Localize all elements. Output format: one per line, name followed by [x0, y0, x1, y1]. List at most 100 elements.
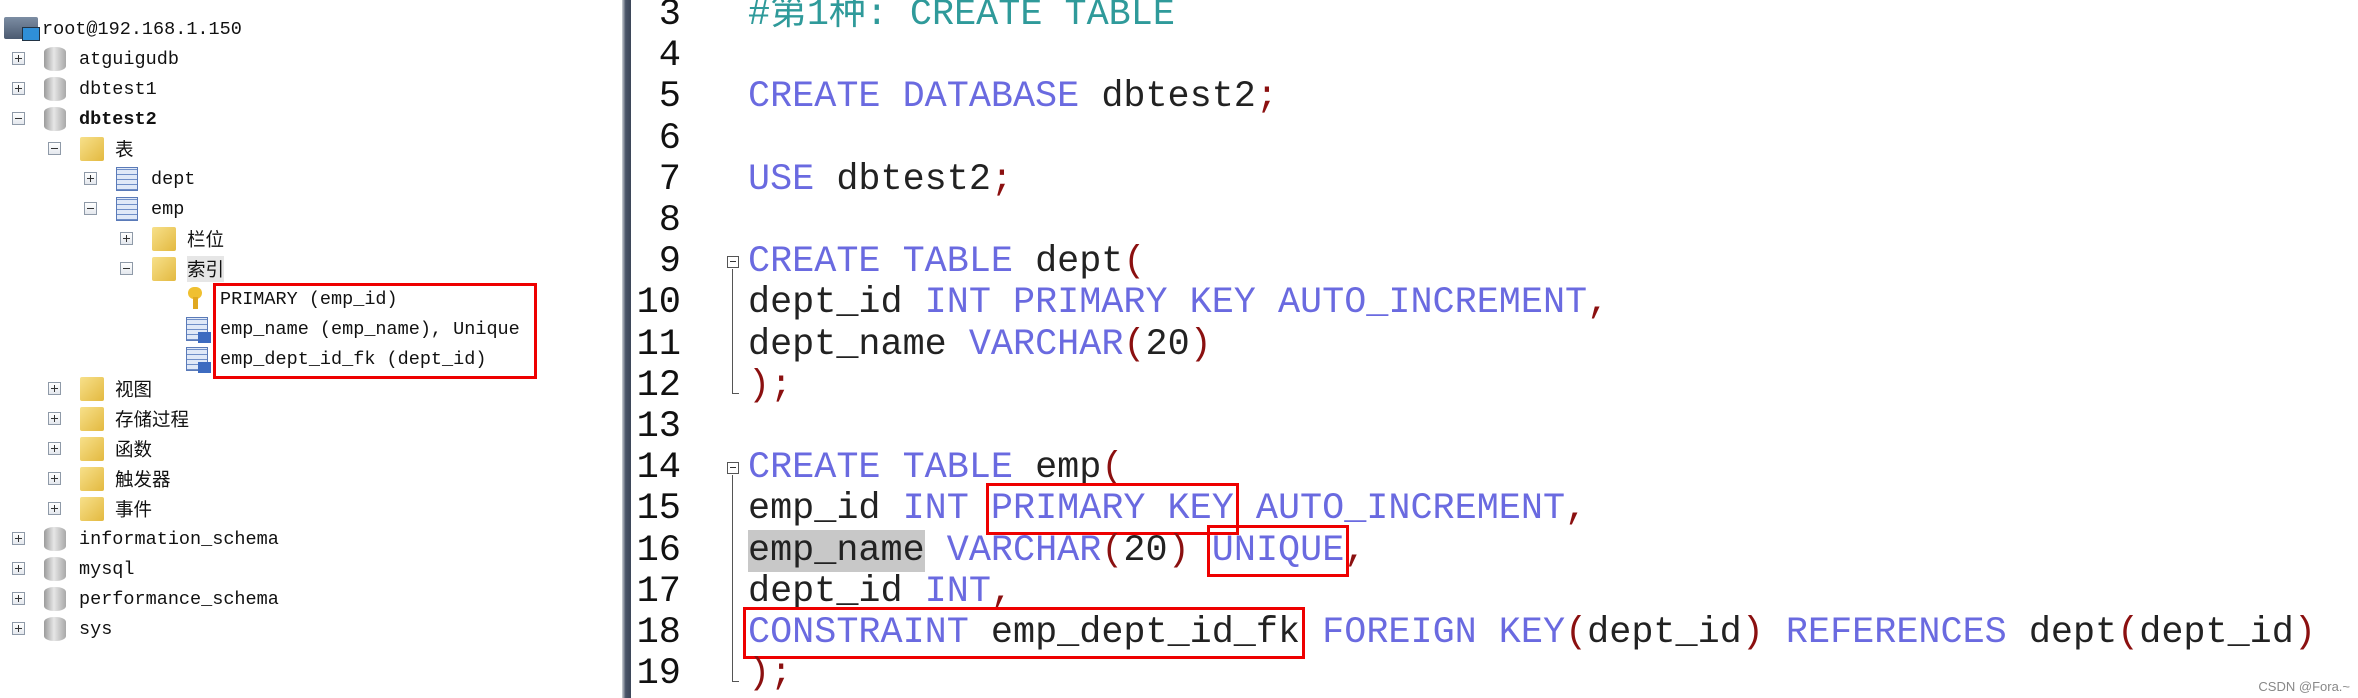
tree-item[interactable]: dept — [0, 164, 620, 194]
tree-item-label: 存储过程 — [115, 411, 190, 432]
expand-icon[interactable] — [48, 472, 61, 485]
code-text: USE dbtest2; — [748, 158, 1013, 201]
code-token: 20 — [1145, 323, 1190, 366]
expand-icon[interactable] — [12, 622, 25, 635]
collapse-icon[interactable] — [12, 112, 25, 125]
code-token: , — [1565, 488, 1588, 531]
tree-item-label: 函数 — [115, 441, 153, 462]
fold-toggle-icon[interactable] — [727, 462, 739, 475]
tree-item[interactable]: sys — [0, 614, 620, 644]
code-line[interactable]: 14 CREATE TABLE emp( — [631, 448, 2358, 489]
line-number: 3 — [658, 0, 681, 36]
code-line[interactable]: 7 USE dbtest2; — [631, 158, 2358, 201]
code-text: CREATE DATABASE dbtest2; — [748, 77, 1278, 118]
line-number: 14 — [636, 447, 681, 490]
code-line[interactable]: 13 — [631, 407, 2358, 448]
code-token: ; — [1255, 76, 1278, 119]
annotation-box: PRIMARY KEY — [985, 483, 1239, 536]
tree-item[interactable]: performance_schema — [0, 584, 620, 614]
code-line[interactable]: 4 — [631, 36, 2358, 77]
code-line[interactable]: 6 — [631, 118, 2358, 160]
expand-icon[interactable] — [12, 532, 25, 545]
index-icon — [186, 347, 211, 373]
code-line[interactable]: 12); — [631, 365, 2358, 407]
code-line[interactable]: 17 dept_id INT, — [631, 570, 2358, 613]
tree-item[interactable]: 触发器 — [0, 464, 620, 494]
code-text: dept_id INT, — [748, 570, 1013, 613]
code-line[interactable]: 9 CREATE TABLE dept( — [631, 242, 2358, 283]
expand-icon[interactable] — [48, 412, 61, 425]
code-text: CREATE TABLE dept( — [748, 242, 1146, 283]
code-token: 20 — [1123, 529, 1168, 572]
tree-item[interactable]: dbtest2 — [0, 104, 620, 134]
expand-icon[interactable] — [120, 232, 133, 245]
code-token: ); — [748, 653, 793, 696]
code-line[interactable]: 5 CREATE DATABASE dbtest2; — [631, 77, 2358, 118]
code-line[interactable]: 18 CONSTRAINT emp_dept_id_fk FOREIGN KEY(… — [631, 607, 2358, 659]
code-token: INT — [924, 570, 991, 613]
expand-icon[interactable] — [12, 82, 25, 95]
tree-item-label: sys — [79, 618, 113, 640]
code-line[interactable]: 8 — [631, 201, 2358, 242]
tree-item[interactable]: emp — [0, 194, 620, 224]
code-token: INT PRIMARY KEY AUTO_INCREMENT — [924, 282, 1588, 325]
folder-icon — [80, 407, 104, 431]
table-icon — [116, 167, 138, 191]
code-text: emp_name VARCHAR(20) UNIQUE, — [748, 524, 1366, 577]
tree-item[interactable]: 存储过程 — [0, 404, 620, 434]
tree-item[interactable]: 事件 — [0, 494, 620, 524]
tree-item-label: mysql — [79, 558, 135, 580]
expand-icon[interactable] — [48, 442, 61, 455]
expand-icon[interactable] — [48, 502, 61, 515]
code-token: dbtest2 — [814, 158, 991, 201]
key-icon — [186, 287, 204, 309]
collapse-icon[interactable] — [48, 142, 61, 155]
code-line[interactable]: 15 emp_id INT PRIMARY KEY AUTO_INCREMENT, — [631, 483, 2358, 536]
fold-guide — [732, 475, 733, 682]
tree-item[interactable]: atguigudb — [0, 44, 620, 74]
tree-item[interactable]: 表 — [0, 134, 620, 164]
tree-item-label: 视图 — [115, 381, 153, 402]
tree-item[interactable]: root@192.168.1.150 — [0, 14, 620, 44]
expand-icon[interactable] — [84, 172, 97, 185]
code-line[interactable]: 19); — [631, 654, 2358, 695]
code-token: CREATE TABLE — [748, 241, 1013, 284]
line-number: 7 — [658, 158, 681, 201]
expand-icon[interactable] — [12, 592, 25, 605]
expand-icon[interactable] — [12, 52, 25, 65]
tree-item[interactable]: 函数 — [0, 434, 620, 464]
collapse-icon[interactable] — [84, 202, 97, 215]
tree-item[interactable]: dbtest1 — [0, 74, 620, 104]
code-token: FOREIGN KEY — [1322, 612, 1566, 654]
sql-editor[interactable]: 3 #第1种: CREATE TABLE 4 5 CREATE DATABASE dbt… — [631, 0, 2358, 698]
code-token: emp_dept_id_fk — [968, 612, 1301, 654]
code-line[interactable]: 10 dept_id INT PRIMARY KEY AUTO_INCREMENT… — [631, 283, 2358, 324]
code-token: emp_name — [748, 529, 925, 572]
folder-icon — [152, 257, 176, 281]
code-line[interactable]: 11 dept_name VARCHAR(20) — [631, 323, 2358, 366]
tree-item-label: performance_schema — [79, 588, 279, 610]
code-line[interactable]: 3 #第1种: CREATE TABLE — [631, 0, 2358, 36]
code-token: CREATE DATABASE — [748, 76, 1080, 119]
code-token: ) — [1741, 612, 1764, 654]
database-icon — [44, 527, 66, 551]
fold-toggle-icon[interactable] — [727, 256, 739, 269]
line-number: 19 — [636, 653, 681, 696]
code-line[interactable]: 16 emp_name VARCHAR(20) UNIQUE, — [631, 524, 2358, 577]
tree-item[interactable]: 栏位 — [0, 224, 620, 254]
tree-item[interactable]: mysql — [0, 554, 620, 584]
expand-icon[interactable] — [48, 382, 61, 395]
tree-item[interactable]: information_schema — [0, 524, 620, 554]
line-number: 10 — [636, 282, 681, 325]
tree-item-label: 索引 — [187, 256, 225, 282]
expand-icon[interactable] — [12, 562, 25, 575]
collapse-icon[interactable] — [120, 262, 133, 275]
code-text: CREATE TABLE emp( — [748, 448, 1123, 489]
annotation-box-indexes — [213, 283, 537, 379]
tree-item[interactable]: 索引 — [0, 254, 620, 284]
watermark: CSDN @Fora.~ — [2258, 679, 2350, 694]
line-number: 17 — [636, 570, 681, 613]
code-token: VARCHAR — [946, 529, 1102, 572]
line-number: 12 — [636, 364, 681, 407]
